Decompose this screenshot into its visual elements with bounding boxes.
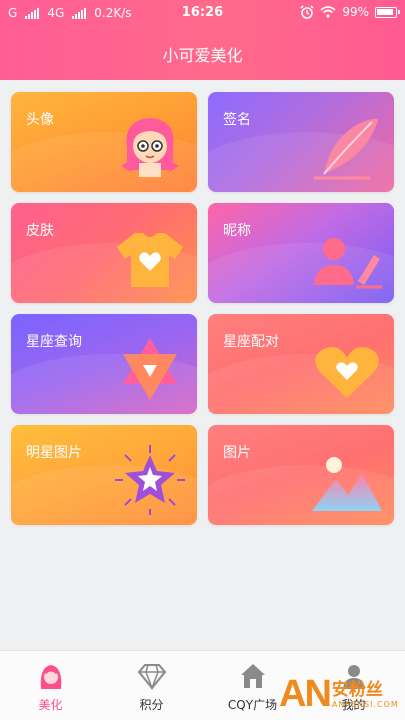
- bottom-tab-bar: 美化 积分 CQY广场 我的 AN 安粉丝 ANFENSI.COM: [0, 650, 405, 720]
- card-label: 昵称: [223, 223, 251, 239]
- card-label: 签名: [223, 112, 251, 128]
- watermark-logo: AN: [279, 673, 332, 715]
- person-edit-icon: [314, 238, 382, 289]
- star-of-david-icon: [123, 338, 177, 400]
- card-horoscope-match[interactable]: 星座配对: [208, 314, 394, 414]
- beauty-face-icon: [40, 665, 61, 689]
- card-signature[interactable]: 签名: [208, 92, 394, 192]
- card-celebrity-pictures[interactable]: 明星图片: [11, 425, 197, 525]
- status-bar: G 4G 0.2K/s 16:26 99%: [0, 0, 405, 28]
- card-avatar[interactable]: 头像: [11, 92, 197, 192]
- page-title: 小可爱美化: [162, 46, 243, 65]
- diamond-icon: [137, 664, 166, 691]
- card-label: 图片: [223, 445, 251, 461]
- card-nickname[interactable]: 昵称: [208, 203, 394, 303]
- card-pictures[interactable]: 图片: [208, 425, 394, 525]
- sparkling-star-icon: [115, 445, 185, 515]
- tshirt-heart-icon: [117, 233, 183, 287]
- tab-label: 积分: [139, 698, 164, 712]
- home-icon: [240, 664, 265, 688]
- wifi-icon: [320, 6, 336, 18]
- card-label: 明星图片: [26, 445, 82, 461]
- card-label: 星座配对: [223, 334, 279, 350]
- tab-beautify[interactable]: 美化: [0, 651, 101, 720]
- card-skin[interactable]: 皮肤: [11, 203, 197, 303]
- tab-label: 美化: [38, 698, 63, 712]
- battery-percent: 99%: [342, 5, 369, 19]
- card-label: 皮肤: [26, 223, 54, 239]
- card-label: 头像: [26, 112, 54, 128]
- heart-icon: [315, 347, 379, 398]
- battery-icon: [375, 6, 400, 18]
- app-header: G 4G 0.2K/s 16:26 99% 小可爱美化: [0, 0, 405, 80]
- card-horoscope-query[interactable]: 星座查询: [11, 314, 197, 414]
- landscape-image-icon: [312, 457, 382, 511]
- tab-points[interactable]: 积分: [101, 651, 202, 720]
- alarm-icon: [300, 5, 314, 19]
- watermark-cn: 安粉丝: [331, 679, 383, 700]
- avatar-girl-icon: [121, 118, 179, 177]
- watermark-en: ANFENSI.COM: [331, 699, 399, 709]
- card-label: 星座查询: [26, 334, 82, 350]
- feather-pen-icon: [314, 118, 378, 180]
- site-watermark: AN 安粉丝 ANFENSI.COM: [279, 672, 401, 716]
